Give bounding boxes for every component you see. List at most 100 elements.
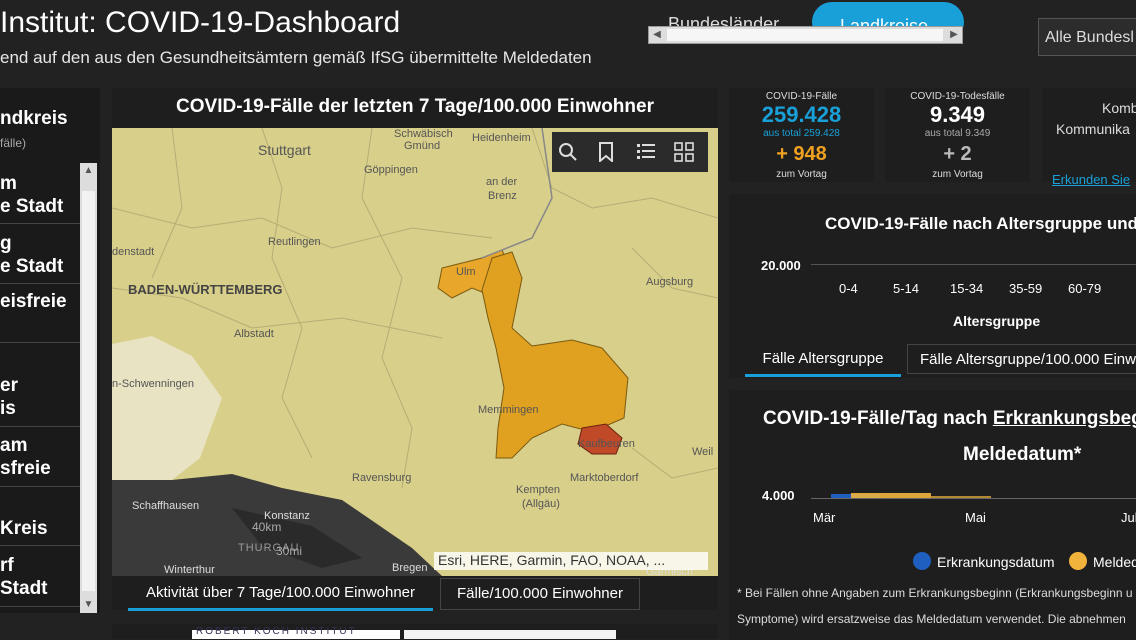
label-gmuend: Gmünd: [404, 140, 441, 152]
scroll-left-icon[interactable]: ◀: [649, 27, 665, 43]
label-schaffhausen: Schaffhausen: [132, 500, 200, 512]
bookmark-icon[interactable]: [598, 138, 626, 166]
label-winterthur: Winterthur: [164, 564, 215, 576]
label-augsburg: Augsburg: [646, 276, 694, 288]
daily-cases-panel: COVID-19-Fälle/Tag nach Erkrankungsbeg M…: [729, 390, 1136, 640]
region-select[interactable]: Alle Bundesl: [1038, 18, 1136, 56]
info-card: Komb Kommunika Erkunden Sie: [1042, 88, 1136, 187]
list-scrollbar[interactable]: ▲ ▼: [80, 163, 97, 613]
scroll-up-icon[interactable]: ▲: [80, 163, 97, 179]
page-subtitle: end auf den aus den Gesundheitsämtern ge…: [0, 48, 592, 67]
label-weil: Weil: [692, 446, 714, 458]
map-title: COVID-19-Fälle der letzten 7 Tage/100.00…: [176, 96, 654, 117]
label-ravensburg: Ravensburg: [352, 472, 412, 484]
label-an-der: an der: [486, 176, 518, 188]
tab-aktivitaet[interactable]: Aktivität über 7 Tage/100.000 Einwohner: [128, 578, 433, 611]
tab-faelle-pro-100k[interactable]: Fälle/100.000 Einwohner: [440, 578, 640, 610]
age-y-label: 20.000: [761, 258, 801, 273]
label-schwaebisch: Schwäbisch: [394, 128, 453, 140]
label-albstadt: Albstadt: [234, 328, 274, 340]
age-category: 35-59: [1009, 281, 1043, 296]
list-item[interactable]: rf Stadt: [0, 554, 80, 607]
label-denstadt: denstadt: [112, 246, 155, 258]
tab-faelle-altersgruppe-100k[interactable]: Fälle Altersgruppe/100.000 Einw: [907, 344, 1136, 374]
legend-dot-meldedatum: [1069, 552, 1087, 570]
label-bregenz: Bregen: [392, 562, 428, 574]
list-subheading: fälle): [0, 136, 27, 150]
list-item[interactable]: er is: [0, 374, 80, 427]
dashboard-header: Institut: COVID-19-Dashboard end auf den…: [0, 0, 1136, 78]
kpi-tode-card: COVID-19-Todesfälle 9.349 aus total 9.34…: [885, 88, 1030, 182]
kpi-faelle-delta: + 948: [776, 143, 827, 165]
map-panel: COVID-19-Fälle der letzten 7 Tage/100.00…: [112, 88, 718, 611]
daily-chart-title-line2: Meldedatum*: [963, 444, 1082, 465]
list-item[interactable]: Kreis: [0, 517, 80, 546]
label-stuttgart: Stuttgart: [258, 142, 311, 158]
label-scale-40km: 40km: [252, 520, 282, 534]
scroll-right-icon[interactable]: ▶: [946, 27, 962, 43]
age-category: 60-79: [1068, 281, 1102, 296]
legend-list-icon[interactable]: [636, 138, 664, 166]
list-heading: ndkreis: [0, 108, 68, 129]
label-scale-30mi: 30mi: [276, 544, 303, 558]
kpi-faelle-card: COVID-19-Fälle 259.428 aus total 259.428…: [729, 88, 874, 182]
daily-y-label: 4.000: [762, 488, 795, 503]
kpi-tode-delta-label: zum Vortag: [932, 169, 983, 180]
label-marktoberdorf: Marktoberdorf: [570, 472, 639, 484]
label-goeppingen: Göppingen: [364, 164, 418, 176]
rki-logo: ROBERT KOCH INSTITUT: [192, 626, 400, 639]
label-baden-wuerttemberg: BADEN-WÜRTTEMBERG: [128, 282, 283, 297]
info-link[interactable]: Erkunden Sie: [1052, 172, 1130, 187]
footnote: * Bei Fällen ohne Angaben zum Erkrankung…: [737, 586, 1133, 600]
age-chart-title: COVID-19-Fälle nach Altersgruppe und: [825, 214, 1136, 233]
map-toolbar: [552, 132, 708, 172]
age-x-label: Altersgruppe: [953, 313, 1041, 329]
map-canvas: [112, 128, 718, 576]
page-title: Institut: COVID-19-Dashboard: [0, 6, 401, 39]
legend-meldedatum: Meldeda: [1093, 554, 1136, 570]
kpi-faelle-delta-label: zum Vortag: [776, 169, 827, 180]
info-line2: Kommunika: [1056, 121, 1130, 137]
incidence-map[interactable]: Stuttgart Schwäbisch Gmünd Göppingen Hei…: [112, 128, 718, 576]
month-label: Jul: [1121, 510, 1136, 525]
footnote: Symptome) wird ersatzweise das Meldedatu…: [737, 612, 1126, 626]
kpi-tode-label: COVID-19-Todesfälle: [910, 91, 1005, 102]
info-line1: Komb: [1102, 100, 1136, 116]
label-kempten: Kempten: [516, 484, 561, 496]
kpi-tode-value: 9.349: [929, 102, 986, 127]
legend-dot-erkrankungsdatum: [913, 552, 931, 570]
kpi-faelle-label: COVID-19-Fälle: [765, 91, 838, 102]
age-category: 0-4: [839, 281, 858, 296]
month-label: Mär: [813, 510, 836, 525]
list-item[interactable]: me Stadt: [0, 172, 80, 224]
age-group-chart-panel: COVID-19-Fälle nach Altersgruppe und 20.…: [729, 194, 1136, 378]
horizontal-scrollbar[interactable]: ◀ ▶: [648, 26, 963, 44]
scrollbar-thumb[interactable]: [667, 29, 943, 41]
label-heidenheim: Heidenheim: [472, 132, 531, 144]
tab-faelle-altersgruppe[interactable]: Fälle Altersgruppe: [745, 344, 901, 377]
daily-chart-title: COVID-19-Fälle/Tag nach Erkrankungsbeg: [763, 408, 1136, 430]
kpi-faelle-value: 259.428: [761, 102, 842, 127]
title-link[interactable]: Erkrankungsbeg: [993, 408, 1136, 429]
kpi-tode-total: aus total 9.349: [924, 128, 991, 139]
label-memmingen: Memmingen: [478, 404, 539, 416]
age-axis-line: [811, 264, 1136, 265]
kpi-tode-delta: + 2: [943, 143, 972, 165]
label-reutlingen: Reutlingen: [268, 236, 321, 248]
scroll-down-icon[interactable]: ▼: [80, 597, 97, 613]
list-item[interactable]: eisfreie: [0, 290, 80, 343]
partner-logo: [404, 630, 616, 639]
legend-erkrankungsdatum: Erkrankungsdatum: [937, 554, 1055, 570]
basemap-gallery-icon[interactable]: [674, 138, 702, 166]
scrollbar-thumb[interactable]: [82, 191, 95, 591]
age-category: 15-34: [950, 281, 984, 296]
label-kaufbeuren: Kaufbeuren: [578, 438, 635, 450]
kpi-faelle-total: aus total 259.428: [763, 128, 840, 139]
map-attribution: Esri, HERE, Garmin, FAO, NOAA, ...: [434, 552, 708, 570]
age-category: 5-14: [893, 281, 920, 296]
label-allgaeu: (Allgäu): [522, 498, 560, 510]
search-icon[interactable]: [558, 138, 586, 166]
list-item[interactable]: ge Stadt: [0, 232, 80, 284]
list-item[interactable]: am sfreie: [0, 434, 80, 487]
label-ulm: Ulm: [456, 266, 476, 278]
